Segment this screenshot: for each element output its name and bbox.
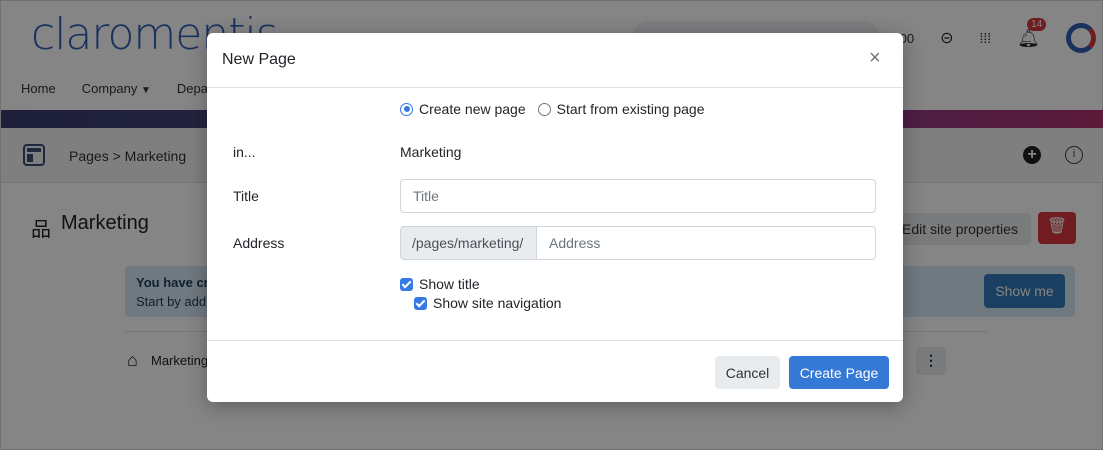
radio-create-new-page[interactable] (400, 102, 413, 116)
address-prefix: /pages/marketing/ (400, 226, 537, 260)
parent-page-value: Marketing (400, 144, 462, 160)
radio-start-from-existing[interactable] (537, 102, 551, 116)
show-site-navigation-checkbox[interactable] (414, 296, 427, 310)
modal-title: New Page (222, 51, 296, 68)
radio-start-existing-label[interactable]: Start from existing page (557, 101, 705, 117)
in-label: in... (233, 144, 256, 160)
radio-create-new-label[interactable]: Create new page (419, 101, 526, 117)
new-page-dialog: New Page × Create new page Start from ex… (207, 33, 903, 402)
show-title-option: Show title (400, 276, 480, 292)
modal-header: New Page × (207, 33, 903, 88)
page-mode-radio-group: Create new page Start from existing page (400, 101, 705, 117)
close-icon[interactable]: × (869, 46, 881, 70)
cancel-button[interactable]: Cancel (715, 356, 780, 389)
show-site-navigation-label[interactable]: Show site navigation (433, 295, 561, 311)
title-label: Title (233, 188, 259, 204)
title-input[interactable] (400, 179, 876, 213)
create-page-button[interactable]: Create Page (789, 356, 889, 389)
address-input[interactable] (536, 226, 876, 260)
show-title-checkbox[interactable] (400, 277, 413, 291)
show-nav-option: Show site navigation (414, 295, 561, 311)
address-label: Address (233, 235, 285, 251)
show-title-label[interactable]: Show title (419, 276, 480, 292)
